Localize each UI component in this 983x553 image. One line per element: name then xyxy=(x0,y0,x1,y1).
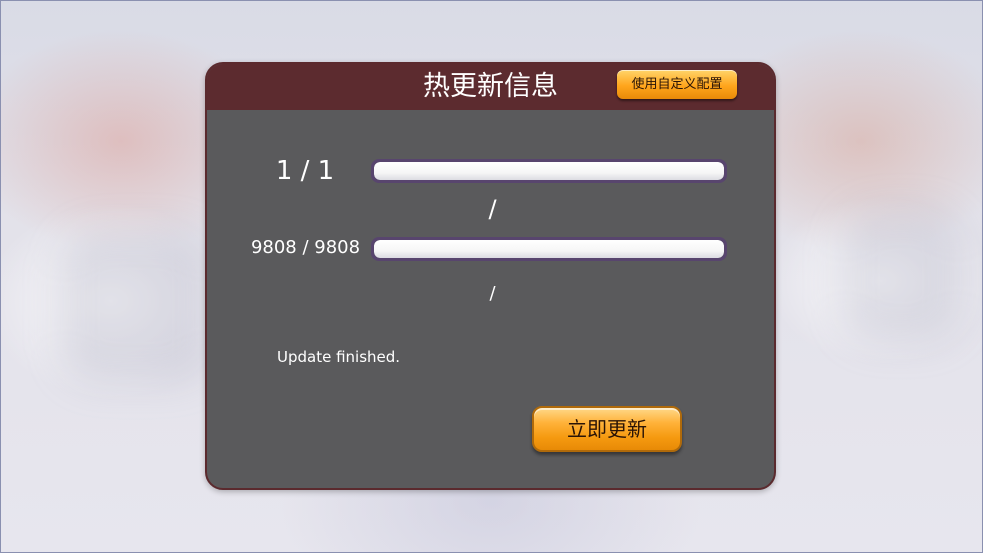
file-progress-track xyxy=(374,162,724,180)
background-dice-left xyxy=(61,231,211,381)
update-now-button[interactable]: 立即更新 xyxy=(532,406,682,452)
dialog-header: 热更新信息 使用自定义配置 xyxy=(207,64,774,110)
update-status-text: Update finished. xyxy=(277,348,401,366)
byte-progress-detail: / xyxy=(489,283,496,304)
background-dice-right xyxy=(841,211,961,341)
file-count-label: 1 / 1 xyxy=(275,156,335,186)
hot-update-dialog: 热更新信息 使用自定义配置 1 / 1 / 9808 / 9808 / Upda… xyxy=(205,62,776,490)
byte-progress-track xyxy=(374,240,724,258)
byte-progress-bar xyxy=(371,237,727,261)
file-progress-bar xyxy=(371,159,727,183)
use-custom-config-button[interactable]: 使用自定义配置 xyxy=(617,70,737,99)
byte-progress-fill xyxy=(374,240,724,258)
file-progress-detail: / xyxy=(488,195,497,223)
file-progress-fill xyxy=(374,162,724,180)
byte-count-label: 9808 / 9808 xyxy=(250,237,361,258)
